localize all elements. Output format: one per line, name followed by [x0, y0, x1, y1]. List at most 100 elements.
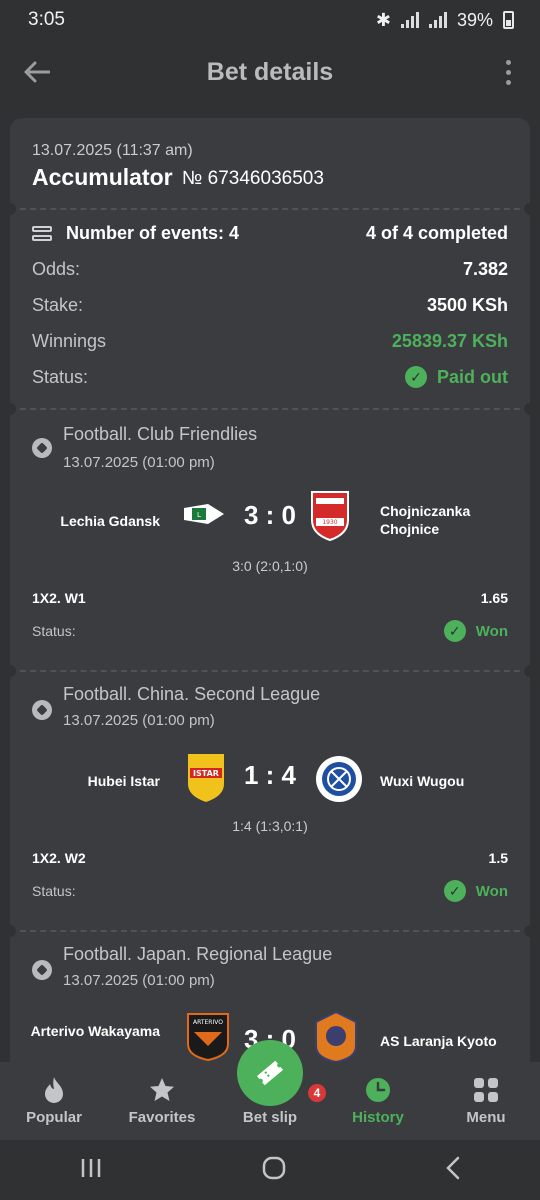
system-nav-bar [0, 1140, 540, 1200]
bluetooth-icon: ✱ [375, 9, 391, 30]
svg-text:L: L [197, 511, 201, 519]
nav-history[interactable]: History [324, 1062, 432, 1140]
market-odds: 1.65 [480, 590, 508, 606]
ticket-icon [256, 1060, 284, 1086]
home-team-logo: ARTERIVO [186, 1012, 230, 1062]
check-circle-icon: ✓ [405, 366, 427, 388]
nav-bet-slip[interactable]: 4 Bet slip [216, 1040, 328, 1140]
winnings-value: 25839.37 KSh [391, 330, 508, 351]
away-team: Chojniczanka Chojnice [380, 503, 471, 537]
status-label: Status: [32, 366, 89, 387]
result-badge: Won [475, 622, 508, 640]
nav-popular-label: Popular [26, 1109, 82, 1126]
home-team: Arterivo Wakayama [30, 1023, 160, 1039]
event-card[interactable]: Football. Club Friendlies 13.07.2025 (01… [10, 408, 530, 668]
home-team: Lechia Gdansk [60, 513, 160, 529]
odds-label: Odds: [32, 258, 81, 279]
notch [10, 203, 16, 215]
market-row: 1X2. W1 1.65 [32, 590, 508, 606]
home-team: Hubei Istar [87, 773, 160, 789]
recent-apps-icon[interactable] [79, 1157, 103, 1184]
league-name: Football. Japan. Regional League [63, 944, 333, 964]
event-date: 13.07.2025 (01:00 pm) [63, 454, 215, 471]
page-title: Bet details [206, 57, 334, 86]
events-list-icon [32, 224, 52, 242]
star-icon [148, 1076, 176, 1104]
nav-history-label: History [352, 1109, 404, 1126]
clock: 3:05 [28, 9, 65, 30]
event-card[interactable]: Football. China. Second League 13.07.202… [10, 670, 530, 928]
bet-number: № 67346036503 [182, 168, 324, 189]
away-team: AS Laranja Kyoto [380, 1033, 497, 1049]
nav-bet-slip-label: Bet slip [242, 1109, 298, 1126]
market-name: 1X2. W2 [32, 850, 86, 866]
nav-menu-label: Menu [466, 1109, 506, 1126]
score-detail: 1:4 (1:3,0:1) [232, 818, 308, 834]
notch [524, 203, 530, 215]
status-row: Status: ✓ Paid out [32, 362, 508, 392]
away-team-logo [314, 1010, 358, 1064]
stake-row: Stake: 3500 KSh [32, 290, 508, 320]
result-badge: Won [475, 882, 508, 900]
league-name: Football. Club Friendlies [63, 424, 258, 444]
app-bar: Bet details [0, 40, 540, 104]
odds-row: Odds: 7.382 [32, 254, 508, 284]
system-back-icon[interactable] [445, 1156, 461, 1185]
battery-icon [503, 11, 514, 29]
final-score: 3 : 0 [243, 500, 297, 530]
bet-slip-button[interactable] [237, 1040, 303, 1106]
bet-card: 13.07.2025 (11:37 am) Accumulator № 6734… [10, 118, 530, 1118]
market-name: 1X2. W1 [32, 590, 86, 606]
check-circle-icon: ✓ [443, 880, 466, 902]
stake-value: 3500 KSh [426, 294, 508, 315]
back-arrow-icon[interactable] [22, 54, 52, 90]
bottom-nav: Popular Favorites 4 Bet slip History Men… [0, 1040, 540, 1140]
flame-icon [40, 1076, 68, 1104]
status-bar: 3:05 ✱ 39% [0, 0, 540, 40]
signal-icon [400, 12, 419, 28]
svg-text:ARTERIVO: ARTERIVO [193, 1019, 223, 1026]
away-team-logo [314, 754, 364, 804]
winnings-row: Winnings 25839.37 KSh [32, 326, 508, 356]
clock-icon [364, 1076, 392, 1104]
events-row: Number of events: 4 4 of 4 completed [32, 218, 508, 248]
divider [10, 208, 530, 210]
status-icons: ✱ 39% [376, 10, 514, 31]
nav-favorites-label: Favorites [128, 1109, 196, 1126]
football-icon [32, 960, 52, 980]
battery-percent: 39% [456, 9, 493, 30]
signal-icon-2 [428, 12, 447, 28]
market-odds: 1.5 [488, 850, 508, 866]
status-badge: Paid out [437, 366, 508, 387]
league-name: Football. China. Second League [63, 684, 321, 704]
football-icon [32, 438, 52, 458]
events-count: Number of events: 4 [66, 222, 240, 243]
market-row: 1X2. W2 1.5 [32, 850, 508, 866]
score-detail: 3:0 (2:0,1:0) [232, 558, 308, 574]
more-options-icon[interactable] [498, 54, 518, 90]
bet-date: 13.07.2025 (11:37 am) [32, 142, 193, 159]
event-status-label: Status: [32, 623, 76, 639]
event-status-label: Status: [32, 883, 76, 899]
away-team-logo: 1930 [308, 490, 352, 542]
grid-menu-icon [472, 1076, 500, 1104]
odds-value: 7.382 [462, 258, 508, 279]
svg-text:1930: 1930 [322, 519, 337, 526]
football-icon [32, 700, 52, 720]
home-icon[interactable] [262, 1156, 286, 1185]
winnings-label: Winnings [32, 330, 107, 351]
stake-label: Stake: [32, 294, 84, 315]
home-team-logo: ISTAR [186, 752, 226, 804]
nav-menu[interactable]: Menu [432, 1062, 540, 1140]
home-team-logo: L [182, 494, 226, 538]
svg-text:ISTAR: ISTAR [193, 769, 219, 778]
nav-popular[interactable]: Popular [0, 1062, 108, 1140]
events-completed: 4 of 4 completed [365, 222, 508, 243]
nav-favorites[interactable]: Favorites [108, 1062, 216, 1140]
away-team: Wuxi Wugou [380, 773, 465, 789]
event-status-row: Status: ✓ Won [32, 880, 508, 902]
check-circle-icon: ✓ [443, 620, 466, 642]
bet-type: Accumulator [32, 164, 173, 190]
final-score: 1 : 4 [243, 760, 297, 790]
event-date: 13.07.2025 (01:00 pm) [63, 972, 215, 989]
